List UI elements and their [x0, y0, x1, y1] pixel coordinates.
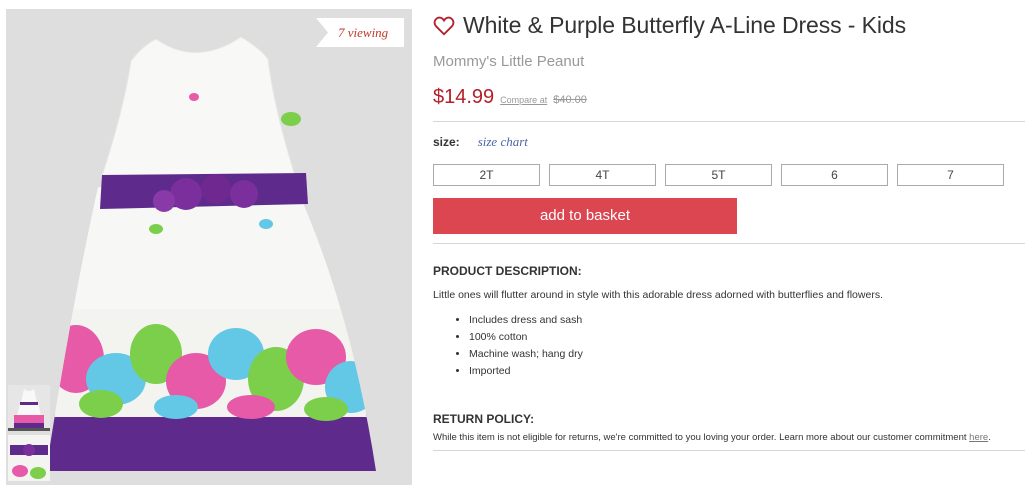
- list-item: Machine wash; hang dry: [469, 346, 1025, 363]
- description-text: Little ones will flutter around in style…: [433, 289, 883, 301]
- size-option-5t[interactable]: 5T: [665, 164, 772, 186]
- feature-list: Includes dress and sash 100% cotton Mach…: [433, 312, 1025, 380]
- return-policy-suffix: .: [988, 432, 991, 443]
- brand-name: Mommy's Little Peanut: [433, 53, 585, 70]
- return-policy-heading: RETURN POLICY:: [433, 412, 535, 426]
- divider: [433, 243, 1025, 244]
- compare-price: $40.00: [553, 94, 587, 106]
- heart-icon[interactable]: [433, 15, 455, 37]
- size-chart-link[interactable]: size chart: [478, 134, 528, 150]
- product-image-gallery: 7 viewing: [6, 9, 412, 485]
- size-option-4t[interactable]: 4T: [549, 164, 656, 186]
- divider: [433, 121, 1025, 122]
- size-option-7[interactable]: 7: [897, 164, 1004, 186]
- size-options: 2T 4T 5T 6 7: [433, 164, 1025, 186]
- current-price: $14.99: [433, 86, 495, 108]
- list-item: 100% cotton: [469, 329, 1025, 346]
- size-option-6[interactable]: 6: [781, 164, 888, 186]
- add-to-basket-button[interactable]: add to basket: [433, 198, 737, 234]
- return-policy-body: While this item is not eligible for retu…: [433, 432, 967, 443]
- return-policy-link[interactable]: here: [969, 432, 988, 443]
- return-policy-text: While this item is not eligible for retu…: [433, 430, 1013, 445]
- description-heading: PRODUCT DESCRIPTION:: [433, 264, 582, 278]
- thumbnail-dress-front[interactable]: [8, 385, 50, 431]
- list-item: Includes dress and sash: [469, 312, 1025, 329]
- list-item: Imported: [469, 363, 1025, 380]
- size-option-2t[interactable]: 2T: [433, 164, 540, 186]
- price-row: $14.99 Compare at $40.00: [433, 86, 1025, 109]
- viewing-count-badge: 7 viewing: [316, 18, 404, 47]
- size-row: size: size chart: [433, 134, 1025, 150]
- compare-at-label[interactable]: Compare at: [500, 95, 547, 105]
- thumbnail-sash-detail[interactable]: [8, 435, 50, 481]
- divider: [433, 450, 1025, 451]
- thumbnail-strip: [6, 385, 52, 485]
- product-info-panel: White & Purple Butterfly A-Line Dress - …: [433, 12, 1025, 451]
- product-main-image[interactable]: [6, 9, 412, 485]
- product-title: White & Purple Butterfly A-Line Dress - …: [463, 12, 906, 38]
- size-label: size:: [433, 135, 460, 149]
- title-row: White & Purple Butterfly A-Line Dress - …: [433, 12, 1025, 39]
